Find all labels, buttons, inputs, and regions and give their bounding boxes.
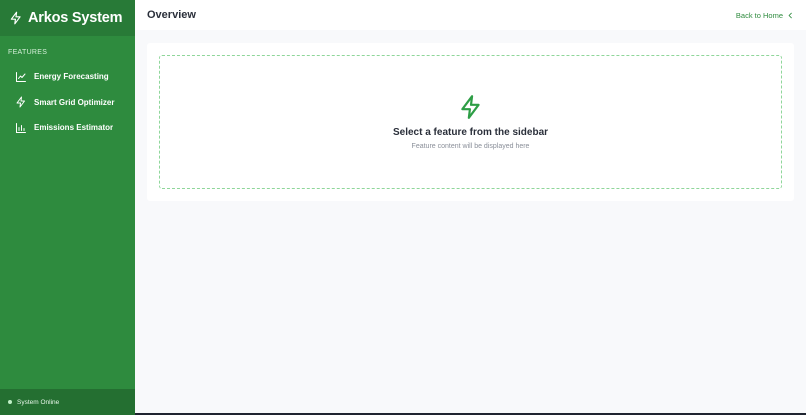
back-to-home-link[interactable]: Back to Home <box>736 11 794 20</box>
line-chart-icon <box>15 71 27 83</box>
app-title: Arkos System <box>28 10 123 26</box>
empty-state-title: Select a feature from the sidebar <box>392 127 549 138</box>
system-status: System Online <box>0 389 135 415</box>
lightning-icon <box>9 11 23 25</box>
features-section-label: FEATURES <box>8 49 48 56</box>
empty-state-subtitle: Feature content will be displayed here <box>411 143 530 150</box>
brand[interactable]: Arkos System <box>0 0 135 36</box>
back-link-label: Back to Home <box>735 10 783 20</box>
lightning-icon <box>458 94 484 120</box>
sidebar-item-label: Emissions Estimator <box>34 123 114 133</box>
top-bar: Overview Back to Home <box>135 0 806 30</box>
sidebar-item-label: Energy Forecasting <box>34 72 109 82</box>
feature-nav: Energy Forecasting Smart Grid Optimizer … <box>0 64 135 141</box>
lightning-icon <box>15 96 27 108</box>
page-title: Overview <box>147 9 196 21</box>
sidebar-item-emissions-estimator[interactable]: Emissions Estimator <box>0 115 135 141</box>
bar-chart-icon <box>15 122 27 134</box>
status-text: System Online <box>17 398 60 406</box>
sidebar-item-energy-forecasting[interactable]: Energy Forecasting <box>0 64 135 90</box>
sidebar-item-label: Smart Grid Optimizer <box>34 97 115 107</box>
empty-state: Select a feature from the sidebar Featur… <box>159 55 782 189</box>
sidebar: Arkos System FEATURES Energy Forecasting… <box>0 0 135 415</box>
sidebar-item-smart-grid-optimizer[interactable]: Smart Grid Optimizer <box>0 90 135 116</box>
chevron-left-icon <box>787 12 794 19</box>
status-dot-icon <box>8 400 12 404</box>
main-card: Select a feature from the sidebar Featur… <box>147 43 794 201</box>
